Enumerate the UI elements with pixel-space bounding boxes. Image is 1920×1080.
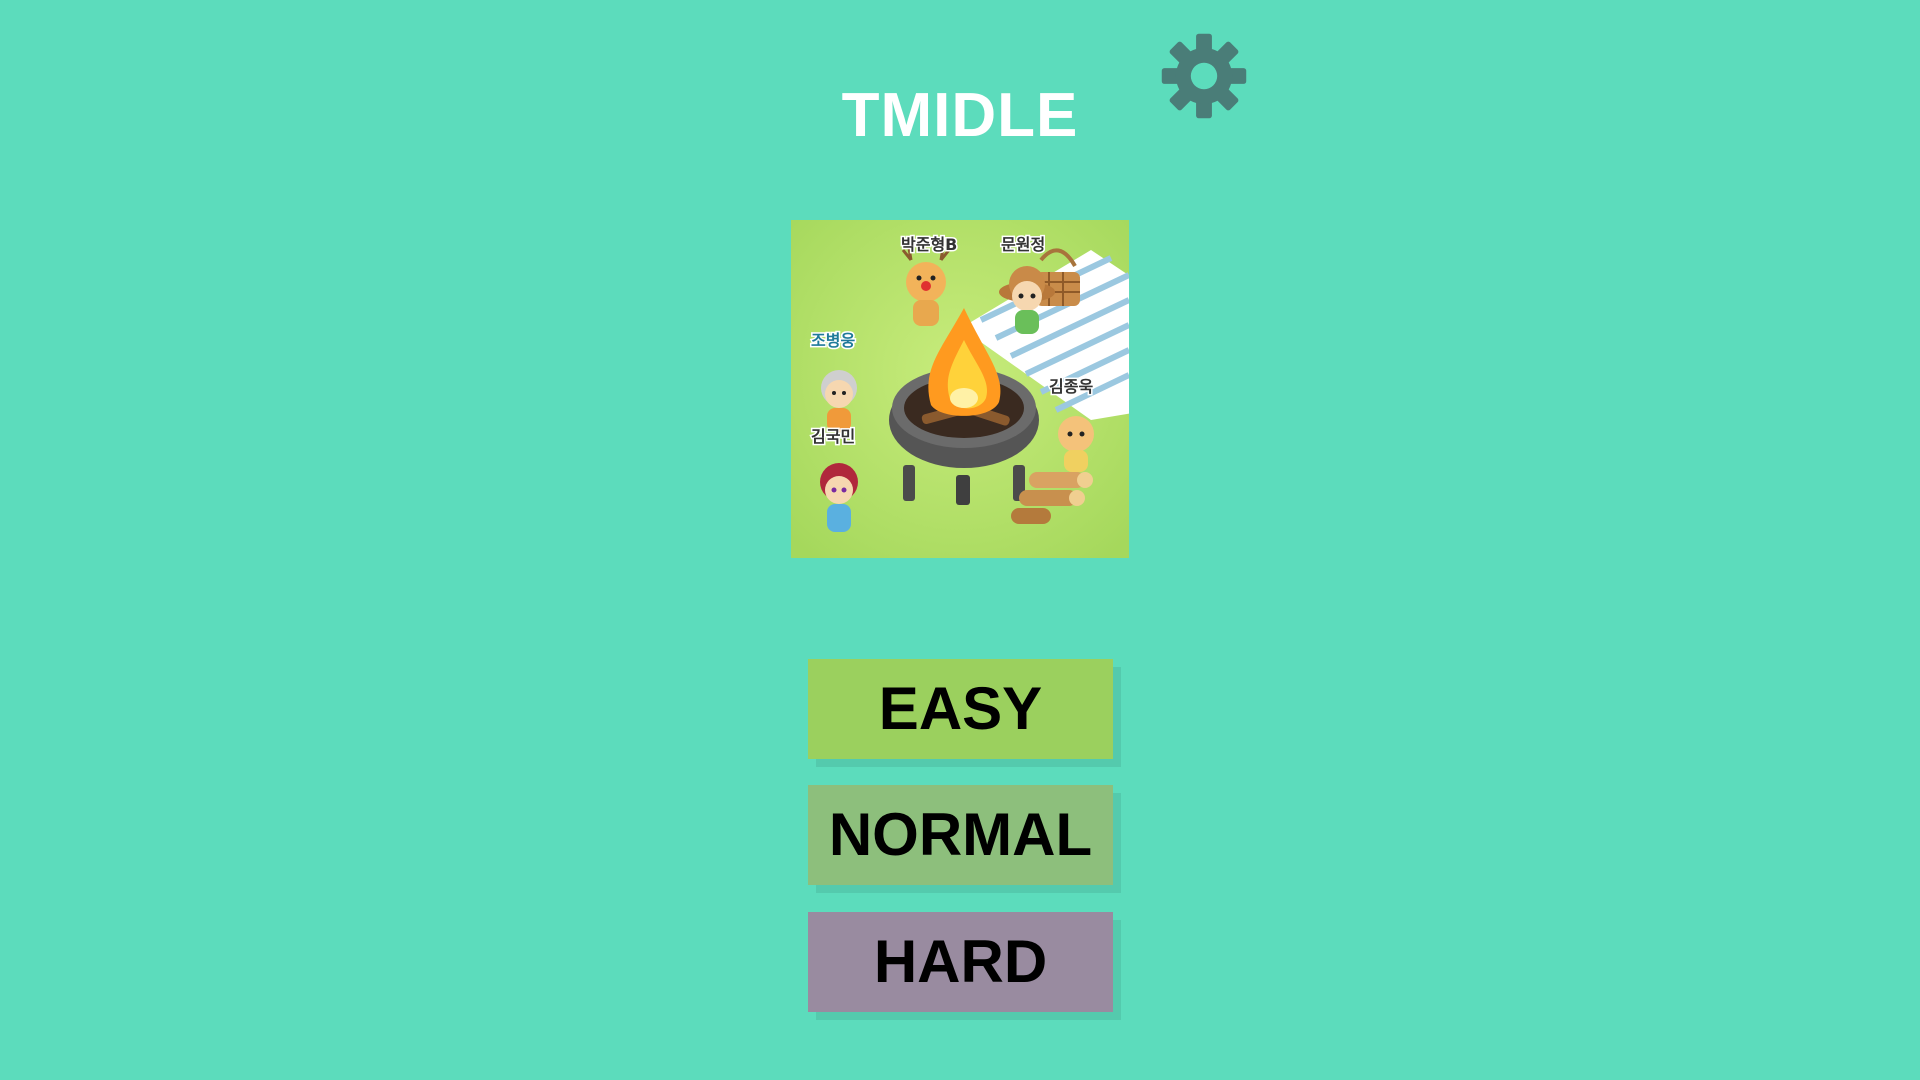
name-label: 박준형B	[901, 235, 957, 254]
easy-button[interactable]: EASY	[808, 659, 1113, 759]
name-label: 문원정	[1001, 235, 1045, 254]
title-screen: TMIDLE 박준형B 문원정 조병웅 김종욱 김국민 EASY NORMAL …	[0, 0, 1920, 1080]
gear-icon	[1160, 32, 1248, 120]
name-label: 김국민	[811, 427, 855, 446]
title-artwork: 박준형B 문원정 조병웅 김종욱 김국민	[791, 220, 1129, 558]
name-label: 조병웅	[811, 331, 855, 350]
hard-button[interactable]: HARD	[808, 912, 1113, 1012]
game-title: TMIDLE	[841, 81, 1079, 150]
normal-button[interactable]: NORMAL	[808, 785, 1113, 885]
settings-button[interactable]	[1160, 32, 1248, 120]
name-label: 김종욱	[1049, 377, 1093, 396]
